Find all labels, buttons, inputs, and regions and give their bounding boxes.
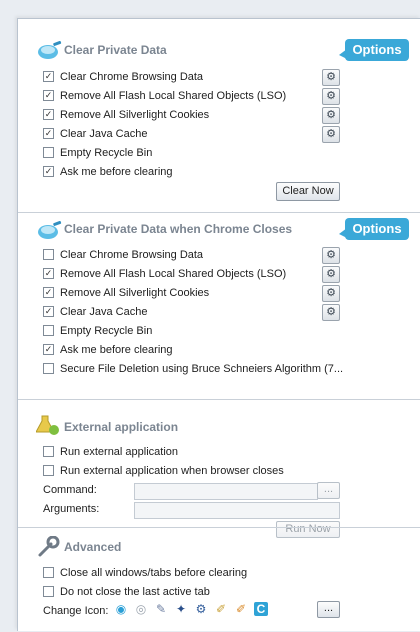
options-gear-button[interactable]: ⚙ — [322, 285, 340, 302]
checkbox-clear-chrome-data[interactable]: ✓ Clear Chrome Browsing Data — [43, 69, 203, 85]
checkbox-empty-recycle-bin[interactable]: Empty Recycle Bin — [43, 323, 152, 339]
section-title: Advanced — [64, 540, 122, 554]
checkbox[interactable] — [43, 248, 54, 260]
checkbox[interactable]: ✓ — [43, 70, 54, 82]
change-icon-label: Change Icon: — [43, 605, 109, 617]
checkbox[interactable]: ✓ — [43, 108, 54, 120]
checkbox[interactable] — [43, 464, 54, 476]
section-title: External application — [64, 420, 179, 434]
flask-icon — [36, 415, 59, 435]
arguments-input[interactable] — [134, 502, 340, 519]
checkbox[interactable]: ✓ — [43, 305, 54, 317]
checkbox-clear-chrome-data[interactable]: Clear Chrome Browsing Data — [43, 247, 203, 263]
checkbox[interactable] — [43, 362, 54, 374]
checkbox[interactable]: ✓ — [43, 286, 54, 298]
broom-icon-orange[interactable]: ✐ — [234, 602, 248, 616]
options-gear-button[interactable]: ⚙ — [322, 304, 340, 321]
options-gear-button[interactable]: ⚙ — [322, 266, 340, 283]
broom-icon-navy[interactable]: ✦ — [174, 602, 188, 616]
checkbox[interactable] — [43, 566, 54, 578]
checkbox-remove-flash-lso[interactable]: ✓ Remove All Flash Local Shared Objects (… — [43, 266, 286, 282]
arguments-label: Arguments: — [43, 503, 100, 515]
broom-icon-blue[interactable]: ◉ — [114, 602, 128, 616]
checkbox-clear-java-cache[interactable]: ✓ Clear Java Cache — [43, 304, 147, 320]
checkbox-remove-flash-lso[interactable]: ✓ Remove All Flash Local Shared Objects (… — [43, 88, 286, 104]
checkbox-remove-silverlight[interactable]: ✓ Remove All Silverlight Cookies — [43, 285, 209, 301]
checkbox-keep-last-tab[interactable]: Do not close the last active tab — [43, 584, 210, 600]
clear-now-button[interactable]: Clear Now — [276, 182, 340, 201]
section-external-application: External application Run external applic… — [18, 399, 420, 538]
options-gear-button[interactable]: ⚙ — [322, 247, 340, 264]
options-gear-button[interactable]: ⚙ — [322, 88, 340, 105]
eraser-icon[interactable]: ✎ — [154, 602, 168, 616]
options-gear-button[interactable]: ⚙ — [322, 107, 340, 124]
section-clear-on-close: Clear Private Data when Chrome Closes Op… — [18, 212, 420, 406]
wrench-icon — [38, 536, 60, 557]
broom-icon — [38, 220, 62, 239]
checkbox-ask-before-clearing[interactable]: ✓ Ask me before clearing — [43, 164, 173, 180]
chrome-c-icon[interactable]: C — [254, 602, 268, 616]
checkbox-remove-silverlight[interactable]: ✓ Remove All Silverlight Cookies — [43, 107, 209, 123]
checkbox[interactable] — [43, 324, 54, 336]
section-title: Clear Private Data when Chrome Closes — [64, 222, 293, 236]
checkbox[interactable] — [43, 445, 54, 457]
section-clear-private-data: Clear Private Data Options ✓ Clear Chrome… — [18, 19, 420, 205]
checkbox[interactable] — [43, 146, 54, 158]
command-input[interactable] — [134, 483, 318, 500]
checkbox[interactable]: ✓ — [43, 343, 54, 355]
browse-button[interactable]: ... — [317, 482, 340, 499]
gear-icon[interactable]: ⚙ — [194, 602, 208, 616]
options-gear-button[interactable]: ⚙ — [322, 126, 340, 143]
checkbox-ask-before-clearing[interactable]: ✓ Ask me before clearing — [43, 342, 173, 358]
checkbox-clear-java-cache[interactable]: ✓ Clear Java Cache — [43, 126, 147, 142]
checkbox[interactable]: ✓ — [43, 165, 54, 177]
settings-panel: Clear Private Data Options ✓ Clear Chrome… — [17, 18, 420, 631]
section-advanced: Advanced Close all windows/tabs before c… — [18, 527, 420, 632]
broom-icon-grey[interactable]: ◎ — [134, 602, 148, 616]
section-title: Clear Private Data — [64, 43, 167, 57]
options-callout: Options — [339, 218, 409, 240]
options-callout: Options — [339, 39, 409, 61]
broom-icon-yellow[interactable]: ✐ — [214, 602, 228, 616]
checkbox-run-external-app-on-close[interactable]: Run external application when browser cl… — [43, 463, 284, 479]
checkbox-secure-file-deletion[interactable]: Secure File Deletion using Bruce Schneie… — [43, 361, 343, 377]
checkbox-empty-recycle-bin[interactable]: Empty Recycle Bin — [43, 145, 152, 161]
checkbox[interactable]: ✓ — [43, 127, 54, 139]
checkbox[interactable] — [43, 585, 54, 597]
checkbox[interactable]: ✓ — [43, 89, 54, 101]
more-icons-button[interactable]: ... — [317, 601, 340, 618]
command-label: Command: — [43, 484, 97, 496]
broom-icon — [38, 40, 62, 59]
options-gear-button[interactable]: ⚙ — [322, 69, 340, 86]
checkbox-close-all-windows[interactable]: Close all windows/tabs before clearing — [43, 565, 247, 581]
checkbox-run-external-app[interactable]: Run external application — [43, 444, 178, 460]
checkbox[interactable]: ✓ — [43, 267, 54, 279]
